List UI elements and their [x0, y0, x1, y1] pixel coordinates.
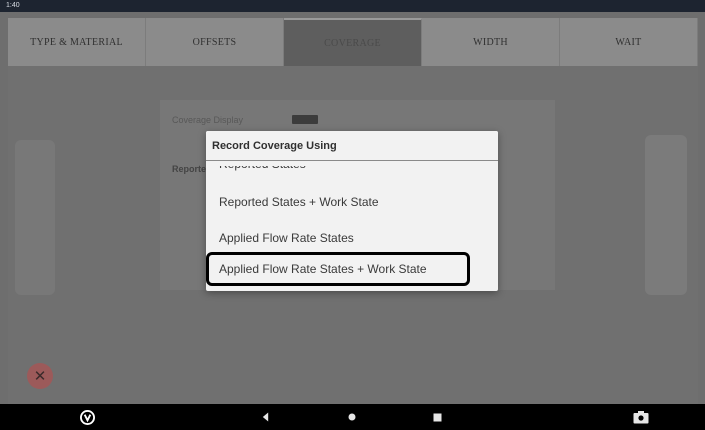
option-applied-flow-rate-states[interactable]: Applied Flow Rate States	[219, 231, 354, 245]
close-icon: ✕	[33, 368, 47, 385]
tab-coverage[interactable]: COVERAGE	[284, 18, 422, 66]
home-icon[interactable]	[345, 404, 359, 430]
app-logo-icon[interactable]	[78, 404, 96, 430]
android-nav-bar	[0, 404, 705, 430]
dialog-title: Record Coverage Using	[206, 131, 498, 161]
next-page-button[interactable]	[645, 135, 687, 295]
close-button[interactable]: ✕	[27, 363, 53, 389]
status-bar: 1:40	[0, 0, 705, 12]
option-reported-states-work-state[interactable]: Reported States + Work State	[219, 195, 379, 209]
coverage-display-label: Coverage Display	[172, 115, 244, 125]
tab-type-material[interactable]: TYPE & MATERIAL	[8, 18, 146, 66]
tab-bar: TYPE & MATERIAL OFFSETS COVERAGE WIDTH W…	[8, 18, 698, 66]
previous-page-button[interactable]	[15, 140, 55, 295]
tab-width[interactable]: WIDTH	[422, 18, 560, 66]
status-time: 1:40	[6, 2, 20, 9]
screenshot-icon[interactable]	[630, 404, 652, 430]
coverage-display-toggle[interactable]	[292, 115, 318, 124]
tab-wait[interactable]: WAIT	[560, 18, 698, 66]
back-icon[interactable]	[258, 404, 272, 430]
shield-v-icon	[79, 409, 95, 425]
recent-apps-icon[interactable]	[430, 404, 444, 430]
selection-highlight	[206, 252, 470, 286]
tab-offsets[interactable]: OFFSETS	[146, 18, 284, 66]
